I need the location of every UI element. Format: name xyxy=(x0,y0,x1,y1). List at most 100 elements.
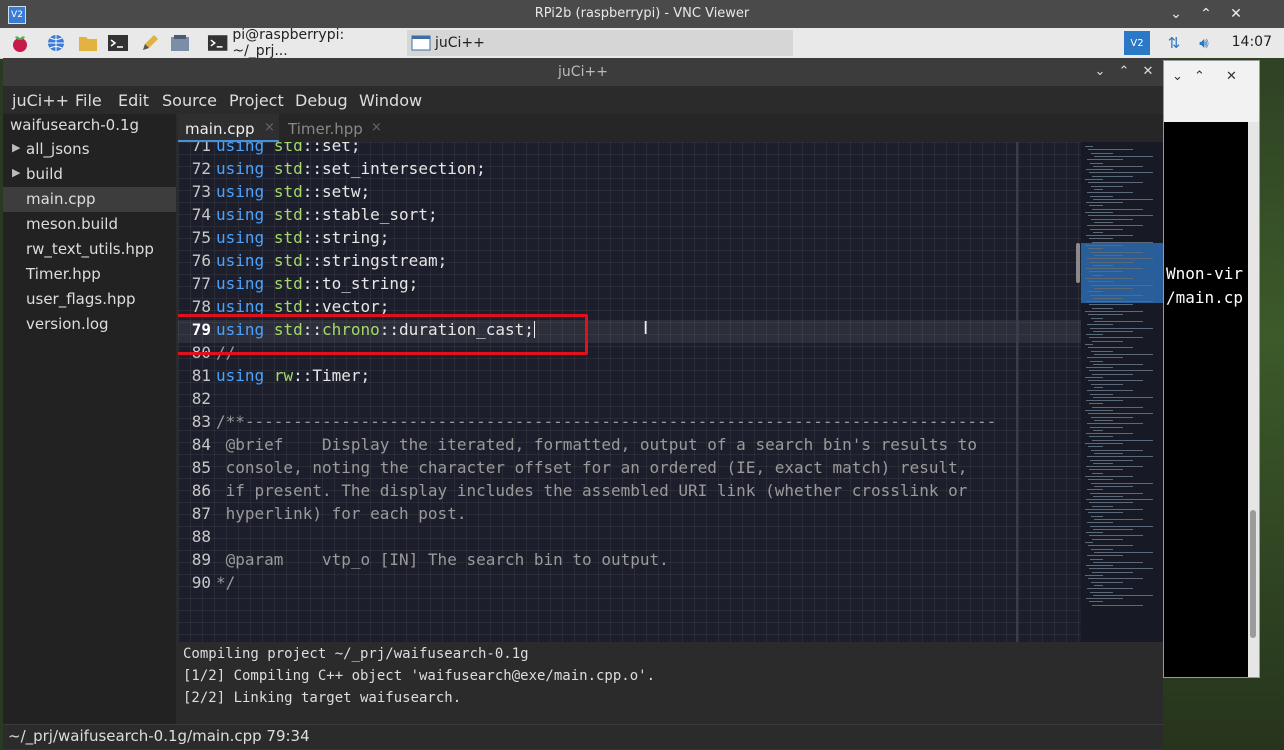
network-icon[interactable]: ⇅ xyxy=(1162,31,1186,55)
maximize-icon[interactable]: ⌃ xyxy=(1114,62,1134,82)
tree-item-user-flags[interactable]: user_flags.hpp xyxy=(3,287,176,312)
code-line[interactable]: 71 using std::set; xyxy=(178,142,1083,159)
code-line[interactable]: 85 console, noting the character offset … xyxy=(178,458,1083,481)
tree-item-version-log[interactable]: version.log xyxy=(3,312,176,337)
menu-project[interactable]: Project xyxy=(229,91,284,110)
code-line[interactable]: 89 @param vtp_o [IN] The search bin to o… xyxy=(178,550,1083,573)
tree-item-meson-build[interactable]: meson.build xyxy=(3,212,176,237)
web-browser-icon[interactable] xyxy=(44,31,68,55)
close-icon[interactable]: ✕ xyxy=(1226,4,1246,24)
tree-item-all-jsons[interactable]: ▶ all_jsons xyxy=(3,137,176,162)
tree-item-timer-hpp[interactable]: Timer.hpp xyxy=(3,262,176,287)
output-line: [1/2] Compiling C++ object 'waifusearch@… xyxy=(183,668,656,684)
terminal-icon[interactable] xyxy=(106,31,130,55)
minimize-icon[interactable]: ⌄ xyxy=(1166,4,1186,24)
output-line: Compiling project ~/_prj/waifusearch-0.1… xyxy=(183,646,529,662)
vnc-tray-icon[interactable]: V2 xyxy=(1124,31,1150,55)
minimap-line xyxy=(1093,264,1113,266)
tab-timer-hpp[interactable]: Timer.hpp × xyxy=(281,114,391,142)
code-line[interactable]: 82 xyxy=(178,389,1083,412)
maximize-icon[interactable]: ⌃ xyxy=(1194,69,1205,84)
maximize-icon[interactable]: ⌃ xyxy=(1196,4,1216,24)
volume-icon[interactable]: 🔊︎ xyxy=(1192,31,1216,55)
project-root[interactable]: waifusearch-0.1g xyxy=(10,116,139,134)
close-icon[interactable]: ✕ xyxy=(1138,62,1158,82)
menu-juci[interactable]: juCi++ xyxy=(12,91,69,110)
editor-scrollbar-thumb[interactable] xyxy=(1076,243,1080,283)
expand-arrow-icon[interactable]: ▶ xyxy=(12,141,20,154)
close-icon[interactable]: ✕ xyxy=(1226,69,1237,84)
close-tab-icon[interactable]: × xyxy=(371,120,382,135)
minimize-icon[interactable]: ⌄ xyxy=(1172,69,1183,84)
code-line[interactable]: 72 using std::set_intersection; xyxy=(178,159,1083,182)
minimap-line xyxy=(1089,535,1143,537)
code-editor[interactable]: 71 using std::set; 72 using std::set_inters… xyxy=(178,142,1163,642)
task-juci[interactable]: juCi++ xyxy=(407,30,793,56)
minimap-line xyxy=(1089,469,1123,471)
minimap-line xyxy=(1092,538,1123,540)
tree-item-build[interactable]: ▶ build xyxy=(3,162,176,187)
code-line[interactable]: 88 xyxy=(178,527,1083,550)
menu-file[interactable]: File xyxy=(75,91,102,110)
minimap-line xyxy=(1086,169,1113,171)
minimap-line xyxy=(1086,466,1143,468)
menu-source[interactable]: Source xyxy=(162,91,217,110)
minimap-line xyxy=(1085,245,1123,246)
code-line[interactable]: 73 using std::setw; xyxy=(178,182,1083,205)
minimap-line xyxy=(1093,165,1143,167)
minimap-line xyxy=(1087,555,1123,557)
terminal-line: Wnon-vir xyxy=(1166,264,1244,283)
ibeam-cursor-icon: I xyxy=(643,318,649,339)
code-line[interactable]: 86 if present. The display includes the … xyxy=(178,481,1083,504)
minimap-line xyxy=(1094,452,1123,454)
menubar: juCi++ File Edit Source Project Debug Wi… xyxy=(3,86,1163,114)
code-line[interactable]: 87 hyperlink) for each post. xyxy=(178,504,1083,527)
minimap[interactable] xyxy=(1081,142,1163,642)
code-line[interactable]: 81 using rw::Timer; xyxy=(178,366,1083,389)
tree-item-main-cpp[interactable]: main.cpp xyxy=(3,187,176,212)
code-line[interactable]: 77 using std::to_string; xyxy=(178,274,1083,297)
minimap-line xyxy=(1087,423,1143,425)
line-number: 71 xyxy=(191,142,211,155)
raspberry-menu-icon[interactable] xyxy=(8,31,32,55)
minimap-line xyxy=(1086,400,1123,402)
close-tab-icon[interactable]: × xyxy=(264,120,275,135)
task-terminal-label: pi@raspberrypi: ~/_prj... xyxy=(232,27,345,59)
minimap-line xyxy=(1086,532,1103,534)
tab-main-cpp[interactable]: main.cpp × xyxy=(178,114,279,142)
code-line[interactable]: 76 using std::stringstream; xyxy=(178,251,1083,274)
code-line[interactable]: 74 using std::stable_sort; xyxy=(178,205,1083,228)
menu-window[interactable]: Window xyxy=(359,91,422,110)
code-line[interactable]: 83 /**-----------------------------------… xyxy=(178,412,1083,435)
file-manager-icon[interactable] xyxy=(76,31,100,55)
minimize-icon[interactable]: ⌄ xyxy=(1090,62,1110,82)
minimap-line xyxy=(1093,363,1143,365)
code-line[interactable]: 75 using std::string; xyxy=(178,228,1083,251)
expand-arrow-icon[interactable]: ▶ xyxy=(12,166,20,179)
terminal-window[interactable]: ⌄ ⌃ ✕ Wnon-vir /main.cp xyxy=(1163,60,1260,678)
minimap-line xyxy=(1085,410,1113,411)
minimap-line xyxy=(1086,598,1123,600)
code-line[interactable]: 84 @brief Display the iterated, formatte… xyxy=(178,435,1083,458)
minimap-line xyxy=(1092,439,1153,441)
minimap-line xyxy=(1086,367,1113,369)
menu-debug[interactable]: Debug xyxy=(295,91,348,110)
line-number: 81 xyxy=(191,366,211,385)
scrollbar-thumb[interactable] xyxy=(1250,510,1256,638)
terminal-scrollbar[interactable] xyxy=(1248,122,1259,677)
tree-item-rw-text-utils[interactable]: rw_text_utils.hpp xyxy=(3,237,176,262)
taskbar: pi@raspberrypi: ~/_prj... juCi++ V2 ⇅ 🔊︎… xyxy=(0,27,1284,59)
code-text: using std::stringstream; xyxy=(216,251,448,270)
code-line[interactable]: 90 */ xyxy=(178,573,1083,596)
minimap-line xyxy=(1088,347,1133,349)
app-icon[interactable] xyxy=(168,31,192,55)
minimap-line xyxy=(1087,357,1123,359)
minimap-line xyxy=(1094,386,1103,388)
tree-item-label: rw_text_utils.hpp xyxy=(26,240,154,258)
minimap-line xyxy=(1085,509,1143,510)
line-number: 84 xyxy=(191,435,211,454)
menu-edit[interactable]: Edit xyxy=(118,91,149,110)
text-editor-icon[interactable] xyxy=(138,31,162,55)
minimap-line xyxy=(1085,443,1123,444)
task-terminal[interactable]: pi@raspberrypi: ~/_prj... xyxy=(203,27,403,59)
